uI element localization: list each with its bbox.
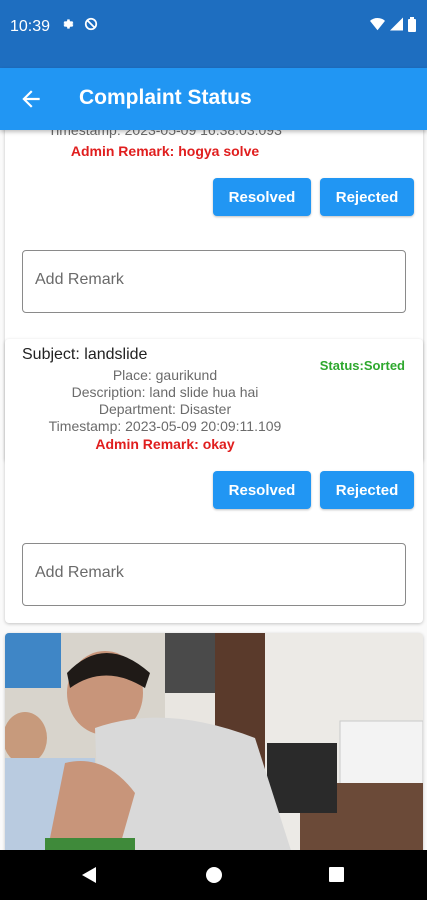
complaint-list[interactable]: Timestamp: 2023-05-09 16:38:03.093 Admin…	[0, 130, 427, 850]
complaint-timestamp: Timestamp: 2023-05-09 16:38:03.093	[48, 130, 282, 138]
add-remark-input[interactable]: Add Remark	[22, 250, 406, 313]
complaint-photo	[5, 633, 423, 850]
cell-signal-icon	[390, 17, 403, 31]
status-badge: Status:Sorted	[319, 358, 405, 373]
status-time: 10:39	[10, 18, 51, 35]
rejected-button[interactable]: Rejected	[320, 471, 414, 509]
status-bar: 10:39	[0, 0, 427, 68]
resolved-button[interactable]: Resolved	[213, 178, 311, 216]
home-circle-icon[interactable]	[205, 866, 223, 889]
no-disturb-icon	[84, 17, 98, 31]
system-nav-bar	[0, 850, 427, 900]
battery-icon	[408, 17, 416, 32]
admin-remark: Admin Remark: hogya solve	[70, 143, 260, 159]
back-triangle-icon[interactable]	[80, 866, 98, 889]
complaint-photo-image	[5, 633, 423, 850]
arrow-back-icon[interactable]	[18, 86, 44, 112]
complaint-subject: Subject: landslide	[22, 346, 148, 363]
settings-gear-icon	[60, 17, 74, 31]
complaint-card: Subject: landslide Status:Sorted Place: …	[5, 339, 423, 623]
complaint-place: Place: gaurikund	[112, 367, 218, 383]
page-title: Complaint Status	[79, 86, 252, 109]
recents-square-icon[interactable]	[328, 866, 345, 888]
rejected-button[interactable]: Rejected	[320, 178, 414, 216]
complaint-description: Description: land slide hua hai	[71, 384, 259, 400]
app-bar: Complaint Status	[0, 68, 427, 130]
complaint-timestamp: Timestamp: 2023-05-09 20:09:11.109	[48, 418, 282, 434]
admin-remark: Admin Remark: okay	[95, 436, 235, 452]
resolved-button[interactable]: Resolved	[213, 471, 311, 509]
complaint-department: Department: Disaster	[98, 401, 232, 417]
wifi-icon	[370, 17, 385, 31]
add-remark-input[interactable]: Add Remark	[22, 543, 406, 606]
